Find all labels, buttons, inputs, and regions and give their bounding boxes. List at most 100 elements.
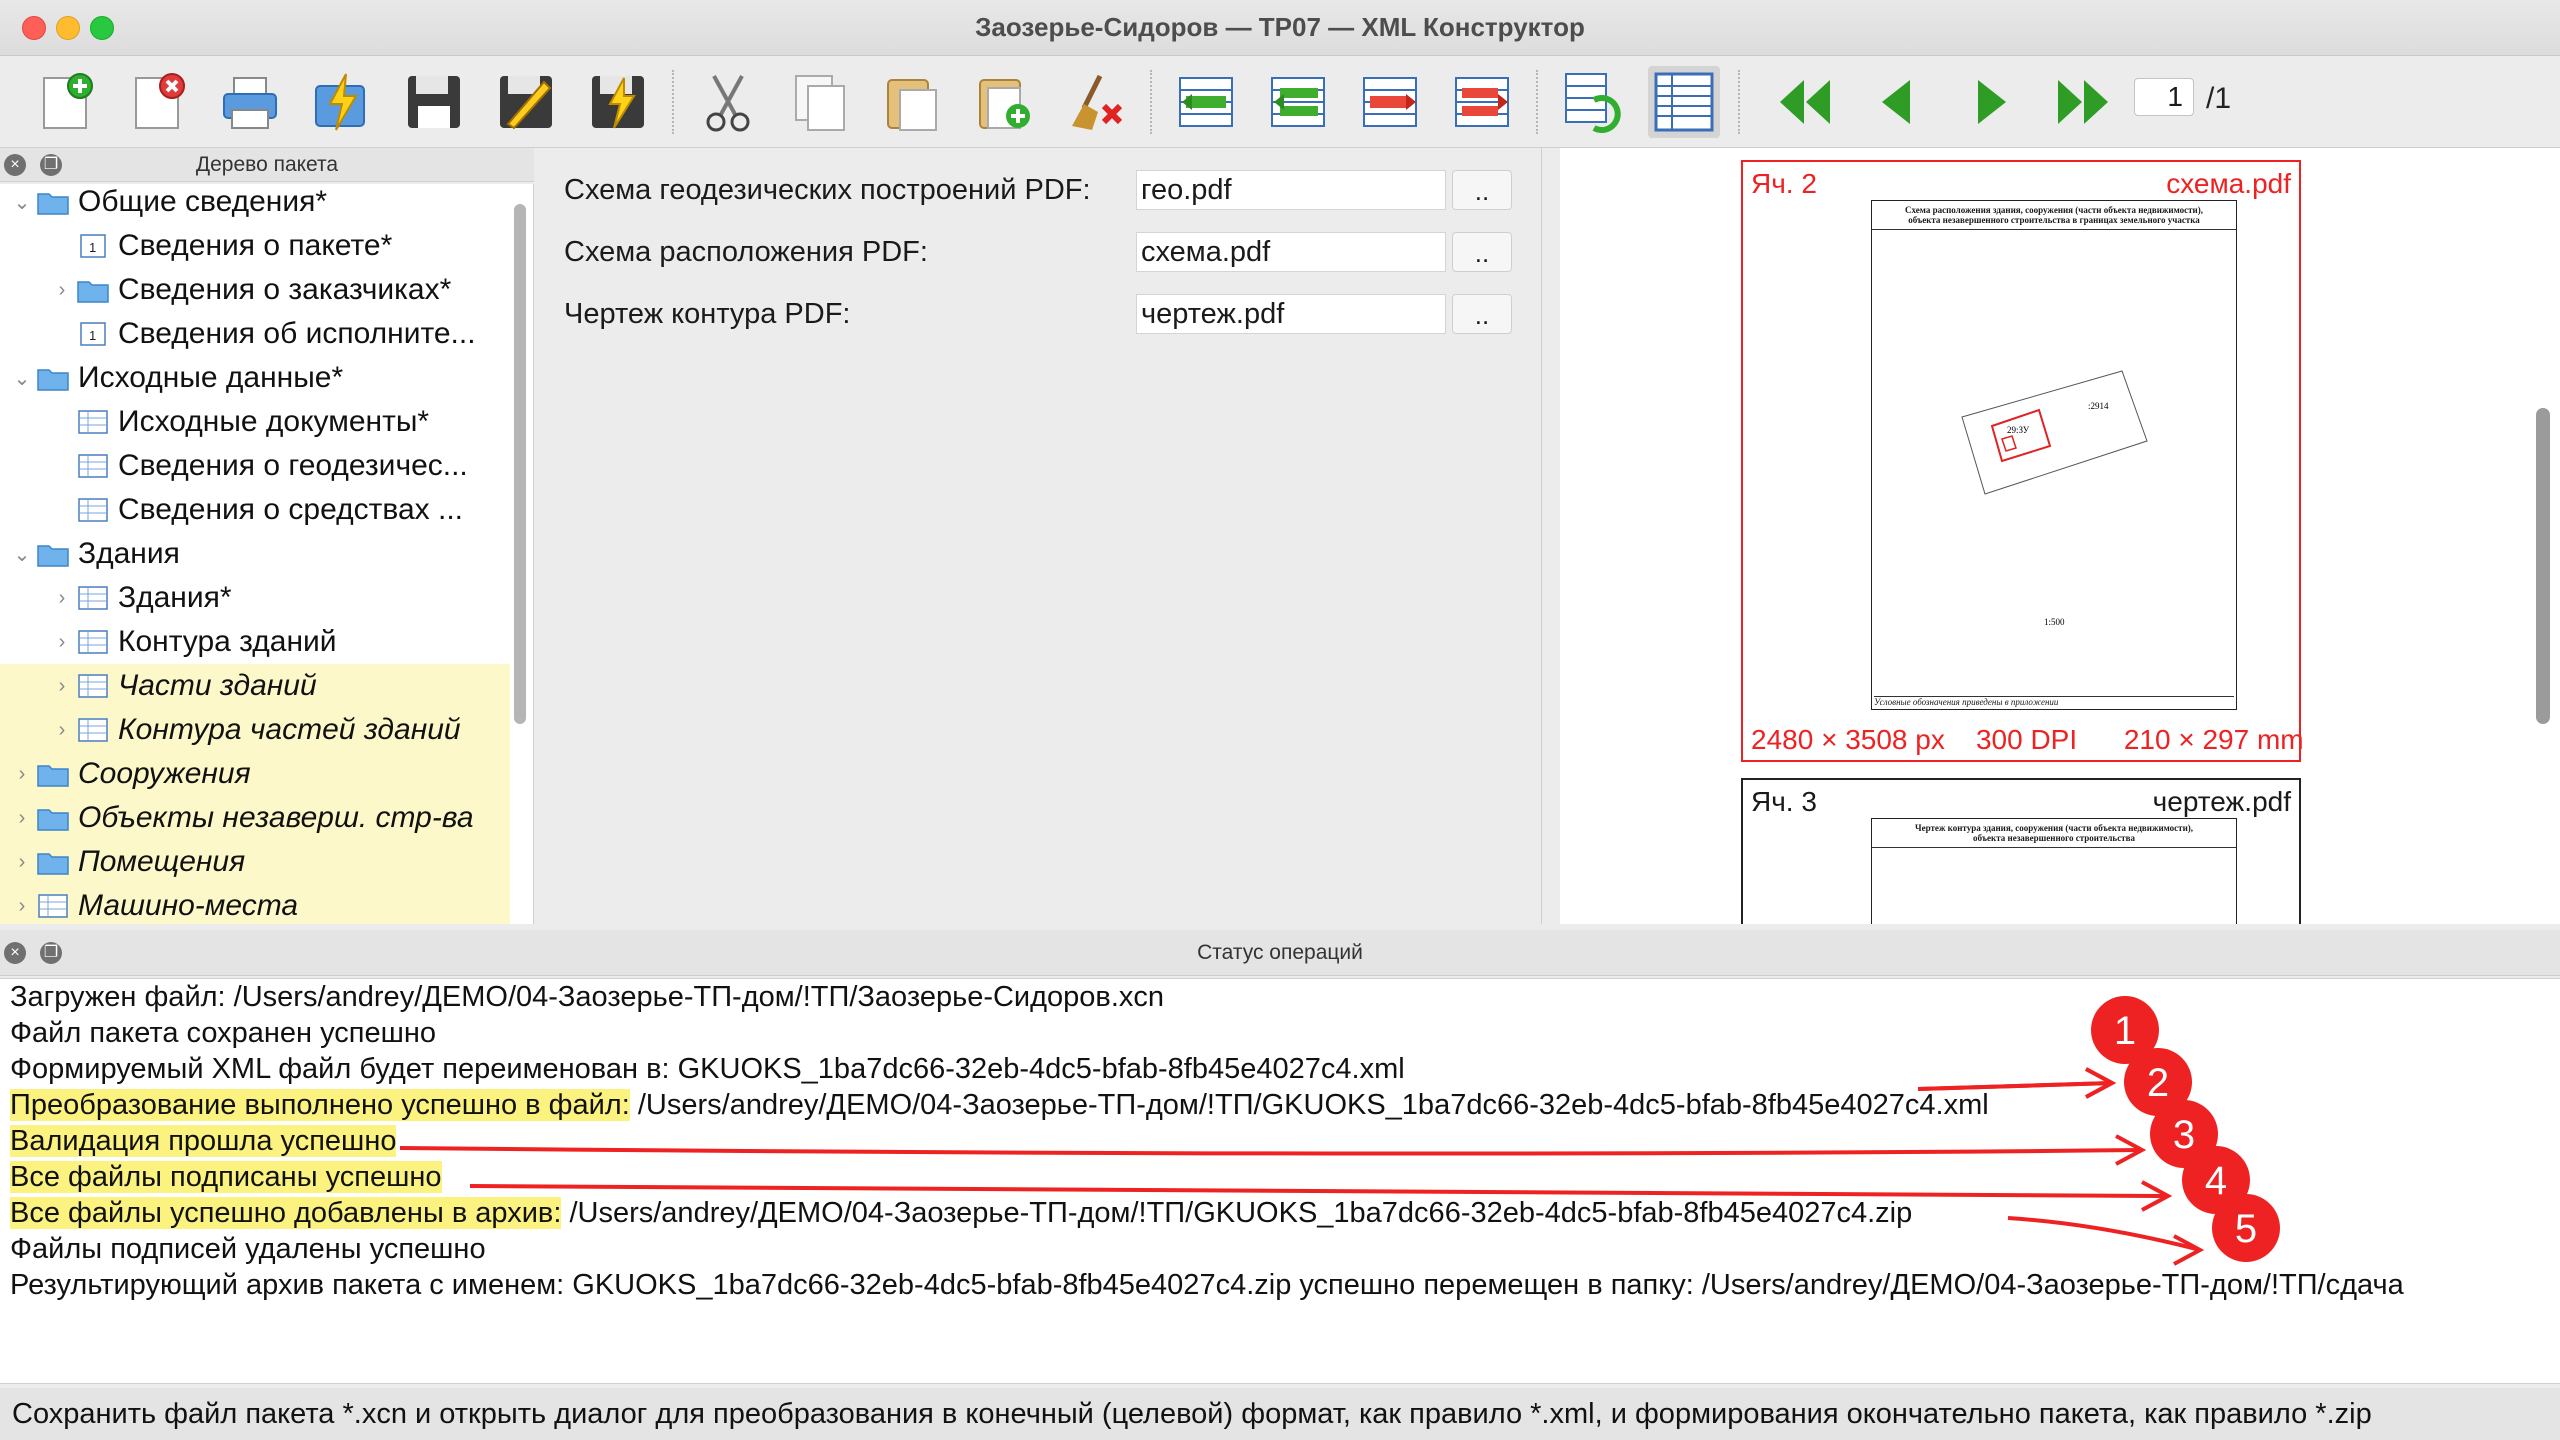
log-line: Формируемый XML файл будет переименован … bbox=[10, 1053, 1405, 1086]
new-package-button[interactable] bbox=[30, 66, 102, 138]
expand-chevron-icon[interactable]: › bbox=[48, 631, 76, 654]
tree-item-label: Исходные данные* bbox=[78, 361, 344, 394]
prev-page-button[interactable] bbox=[1862, 66, 1934, 138]
print-button[interactable] bbox=[214, 66, 286, 138]
page-total: /1 bbox=[2206, 82, 2232, 115]
transform-button[interactable] bbox=[306, 66, 378, 138]
paste-button[interactable] bbox=[876, 66, 948, 138]
log-line-message: Файлы подписей удалены успешно bbox=[10, 1233, 486, 1265]
preview-page-metrics: 2480 × 3508 px 300 DPI 210 × 297 mm bbox=[1751, 724, 2304, 756]
refresh-view-button[interactable] bbox=[1556, 66, 1628, 138]
close-package-icon bbox=[135, 73, 185, 129]
last-page-button[interactable] bbox=[2046, 66, 2118, 138]
tree-item[interactable]: ⌄ Общие сведения* bbox=[0, 184, 510, 224]
move-row-button[interactable] bbox=[1354, 66, 1426, 138]
folder-icon bbox=[76, 276, 110, 304]
tree-item-label: Сведения о средствах ... bbox=[118, 493, 463, 526]
sign-save-button[interactable] bbox=[582, 66, 654, 138]
next-page-button[interactable] bbox=[1954, 66, 2026, 138]
page-number-input[interactable]: 1 bbox=[2134, 78, 2194, 116]
tree-item[interactable]: › Объекты незаверш. стр-ва bbox=[0, 796, 510, 840]
tree-item-label: Машино-места bbox=[78, 889, 299, 922]
insert-row-after-button[interactable] bbox=[1262, 66, 1334, 138]
location-scheme-label: Схема расположения PDF: bbox=[564, 236, 928, 268]
tree-panel-close-icon[interactable]: × bbox=[4, 154, 26, 176]
tree-item[interactable]: Сведения о средствах ... bbox=[0, 488, 510, 532]
expand-chevron-icon[interactable]: › bbox=[48, 719, 76, 742]
log-line-message: Загружен файл: /Users/andrey/ДЕМО/04-Зао… bbox=[10, 981, 1165, 1013]
form-icon: 1 bbox=[76, 232, 110, 260]
log-line-path: /Users/andrey/ДЕМО/04-Заозерье-ТП-дом/!Т… bbox=[629, 1089, 1989, 1121]
expand-chevron-icon[interactable]: ⌄ bbox=[8, 190, 36, 215]
tree-item[interactable]: › Сведения о заказчиках* bbox=[0, 268, 510, 312]
expand-chevron-icon[interactable]: › bbox=[48, 587, 76, 610]
transform-icon bbox=[315, 73, 365, 131]
cut-button[interactable] bbox=[692, 66, 764, 138]
preview-scrollbar[interactable] bbox=[2536, 408, 2550, 724]
tree-item-label: Сведения об исполните... bbox=[118, 317, 476, 350]
location-scheme-input[interactable]: схема.pdf bbox=[1136, 232, 1446, 272]
tree-item[interactable]: ⌄ Исходные данные* bbox=[0, 356, 510, 400]
insert-row-before-button[interactable] bbox=[1170, 66, 1242, 138]
refresh-view-icon bbox=[1565, 73, 1621, 133]
toolbar-separator bbox=[1738, 70, 1742, 134]
log-line-message: Преобразование выполнено успешно в файл: bbox=[10, 1089, 630, 1121]
clear-button[interactable] bbox=[1060, 66, 1132, 138]
first-page-icon bbox=[1780, 80, 1830, 124]
tree-panel-float-icon[interactable]: ❐ bbox=[40, 154, 62, 176]
pdf-preview-panel: Яч. 2 схема.pdf Схема расположения здани… bbox=[1560, 148, 2560, 924]
expand-chevron-icon[interactable]: › bbox=[48, 675, 76, 698]
tree-item[interactable]: › Машино-места bbox=[0, 884, 510, 924]
contour-drawing-input[interactable]: чертеж.pdf bbox=[1136, 294, 1446, 334]
tree-item[interactable]: › Части зданий bbox=[0, 664, 510, 708]
preview-dpi: 300 DPI bbox=[1975, 724, 2078, 755]
status-panel-header: × ❐ Статус операций bbox=[0, 930, 2560, 976]
tree-item[interactable]: › Контура частей зданий bbox=[0, 708, 510, 752]
tree-item[interactable]: › Помещения bbox=[0, 840, 510, 884]
close-package-button[interactable] bbox=[122, 66, 194, 138]
tree-item[interactable]: ⌄ Здания bbox=[0, 532, 510, 576]
tree-item[interactable]: 1 Сведения об исполните... bbox=[0, 312, 510, 356]
expand-chevron-icon[interactable]: ⌄ bbox=[8, 542, 36, 567]
preview-card-drawing[interactable]: Яч. 3 чертеж.pdf Чертеж контура здания, … bbox=[1741, 778, 2301, 924]
table-icon bbox=[76, 716, 110, 744]
contour-drawing-browse-button[interactable]: .. bbox=[1452, 294, 1512, 334]
tree-item[interactable]: 1 Сведения о пакете* bbox=[0, 224, 510, 268]
expand-chevron-icon[interactable]: › bbox=[8, 763, 36, 786]
geo-scheme-label: Схема геодезических построений PDF: bbox=[564, 174, 1091, 206]
paste-new-button[interactable] bbox=[968, 66, 1040, 138]
status-panel-close-icon[interactable]: × bbox=[4, 942, 26, 964]
tree-scrollbar[interactable] bbox=[514, 204, 526, 724]
first-page-button[interactable] bbox=[1770, 66, 1842, 138]
sign-icon bbox=[500, 76, 552, 130]
title-bar: Заозерье-Сидоров — ТР07 — XML Конструкто… bbox=[0, 0, 2560, 56]
insert-row-before-icon bbox=[1179, 77, 1233, 127]
expand-chevron-icon[interactable]: › bbox=[48, 279, 76, 302]
expand-chevron-icon[interactable]: ⌄ bbox=[8, 366, 36, 391]
geo-scheme-browse-button[interactable]: .. bbox=[1452, 170, 1512, 210]
table-view-button[interactable] bbox=[1648, 66, 1720, 138]
sign-save-icon bbox=[592, 76, 644, 129]
geo-scheme-input[interactable]: гео.pdf bbox=[1136, 170, 1446, 210]
status-panel-float-icon[interactable]: ❐ bbox=[40, 942, 62, 964]
prev-page-icon bbox=[1882, 80, 1910, 124]
tree-item[interactable]: › Контура зданий bbox=[0, 620, 510, 664]
preview-cell-label: Яч. 3 bbox=[1751, 786, 1817, 817]
expand-chevron-icon[interactable]: › bbox=[8, 851, 36, 874]
svg-text:1: 1 bbox=[89, 240, 96, 255]
tree-item[interactable]: Сведения о геодезичес... bbox=[0, 444, 510, 488]
expand-chevron-icon[interactable]: › bbox=[8, 895, 36, 918]
preview-card-scheme[interactable]: Яч. 2 схема.pdf Схема расположения здани… bbox=[1741, 160, 2304, 762]
delete-row-button[interactable] bbox=[1446, 66, 1518, 138]
expand-chevron-icon[interactable]: › bbox=[8, 807, 36, 830]
sign-button[interactable] bbox=[490, 66, 562, 138]
location-scheme-browse-button[interactable]: .. bbox=[1452, 232, 1512, 272]
copy-button[interactable] bbox=[784, 66, 856, 138]
tree-item[interactable]: › Здания* bbox=[0, 576, 510, 620]
tree-item[interactable]: › Сооружения bbox=[0, 752, 510, 796]
next-page-icon bbox=[1978, 80, 2006, 124]
folder-icon bbox=[36, 848, 70, 876]
tree-item-label: Сведения о геодезичес... bbox=[118, 449, 468, 482]
save-button[interactable] bbox=[398, 66, 470, 138]
tree-item[interactable]: Исходные документы* bbox=[0, 400, 510, 444]
